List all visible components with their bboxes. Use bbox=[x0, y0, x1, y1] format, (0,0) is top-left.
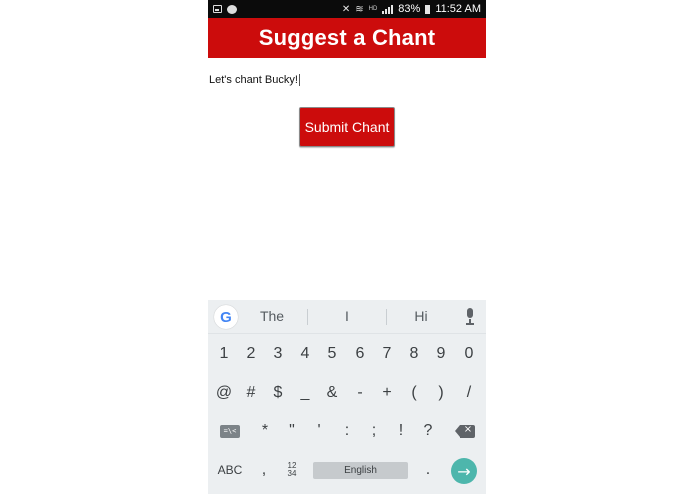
key-0[interactable]: 0 bbox=[458, 339, 480, 369]
key-single-quote[interactable]: ' bbox=[308, 416, 330, 446]
key-1[interactable]: 1 bbox=[213, 339, 235, 369]
battery-percent: 83% bbox=[398, 3, 421, 15]
more-symbols-key[interactable]: =\< bbox=[216, 416, 244, 446]
key-plus[interactable]: + bbox=[376, 378, 398, 408]
clock: 11:52 AM bbox=[435, 3, 481, 15]
key-dollar[interactable]: $ bbox=[267, 378, 289, 408]
suggestion-3[interactable]: Hi bbox=[382, 308, 460, 324]
key-underscore[interactable]: _ bbox=[294, 378, 316, 408]
more-symbols-icon: =\< bbox=[220, 424, 240, 438]
key-8[interactable]: 8 bbox=[403, 339, 425, 369]
status-bar-left bbox=[213, 4, 237, 14]
enter-key[interactable]: → bbox=[451, 458, 477, 484]
key-at[interactable]: @ bbox=[213, 378, 235, 408]
key-comma[interactable]: , bbox=[254, 455, 274, 485]
status-bar: ✕ ≋ HD 83% 11:52 AM bbox=[208, 0, 486, 18]
key-ampersand[interactable]: & bbox=[321, 378, 343, 408]
submit-chant-button[interactable]: Submit Chant bbox=[299, 107, 395, 147]
suggestion-bar: G The I Hi bbox=[208, 300, 486, 334]
keyboard-row-symbols: @ # $ _ & - + ( ) / bbox=[208, 378, 486, 408]
key-6[interactable]: 6 bbox=[349, 339, 371, 369]
key-hash[interactable]: # bbox=[240, 378, 262, 408]
page-title: Suggest a Chant bbox=[258, 25, 436, 50]
status-bar-right: ✕ ≋ HD 83% 11:52 AM bbox=[342, 3, 481, 15]
signal-strength-icon bbox=[382, 4, 394, 14]
numpad-key-bottom: 34 bbox=[287, 469, 297, 478]
key-3[interactable]: 3 bbox=[267, 339, 289, 369]
key-colon[interactable]: : bbox=[336, 416, 358, 446]
key-semicolon[interactable]: ; bbox=[363, 416, 385, 446]
suggestion-2[interactable]: I bbox=[308, 308, 386, 324]
messenger-notification-icon bbox=[227, 4, 237, 14]
arrow-right-icon: → bbox=[457, 461, 471, 481]
key-exclamation[interactable]: ! bbox=[390, 416, 412, 446]
key-period[interactable]: . bbox=[417, 455, 439, 485]
abc-key[interactable]: ABC bbox=[214, 455, 246, 485]
text-cursor bbox=[298, 74, 300, 86]
keyboard-row-digits: 1 2 3 4 5 6 7 8 9 0 bbox=[208, 339, 486, 369]
key-open-paren[interactable]: ( bbox=[403, 378, 425, 408]
soft-keyboard: G The I Hi 1 2 3 4 5 6 7 8 9 0 @ # $ _ &… bbox=[208, 300, 486, 494]
chant-input[interactable]: Let's chant Bucky! bbox=[209, 72, 479, 88]
phone-screen: ✕ ≋ HD 83% 11:52 AM Suggest a Chant Let'… bbox=[208, 0, 486, 494]
chant-input-value: Let's chant Bucky! bbox=[209, 74, 298, 86]
mute-icon: ✕ bbox=[341, 3, 351, 15]
spacebar[interactable]: English bbox=[313, 462, 408, 479]
backspace-icon: × bbox=[455, 424, 475, 438]
keyboard-row-bottom: ABC , 12 34 English . → bbox=[208, 455, 486, 485]
gallery-notification-icon bbox=[213, 5, 222, 13]
key-7[interactable]: 7 bbox=[376, 339, 398, 369]
wifi-icon: ≋ bbox=[355, 3, 364, 15]
key-double-quote[interactable]: " bbox=[281, 416, 303, 446]
key-2[interactable]: 2 bbox=[240, 339, 262, 369]
battery-icon bbox=[425, 4, 431, 14]
key-minus[interactable]: - bbox=[349, 378, 371, 408]
key-question[interactable]: ? bbox=[417, 416, 439, 446]
key-5[interactable]: 5 bbox=[321, 339, 343, 369]
key-asterisk[interactable]: * bbox=[254, 416, 276, 446]
suggestion-1[interactable]: The bbox=[233, 308, 311, 324]
key-close-paren[interactable]: ) bbox=[430, 378, 452, 408]
app-header: Suggest a Chant bbox=[208, 18, 486, 58]
keyboard-row-more-symbols: =\< * " ' : ; ! ? × bbox=[208, 416, 486, 446]
backspace-key[interactable]: × bbox=[451, 416, 479, 446]
microphone-icon[interactable] bbox=[464, 308, 476, 326]
key-4[interactable]: 4 bbox=[294, 339, 316, 369]
key-slash[interactable]: / bbox=[458, 378, 480, 408]
numpad-key[interactable]: 12 34 bbox=[280, 455, 304, 485]
key-9[interactable]: 9 bbox=[430, 339, 452, 369]
network-type-label: HD bbox=[368, 6, 378, 12]
